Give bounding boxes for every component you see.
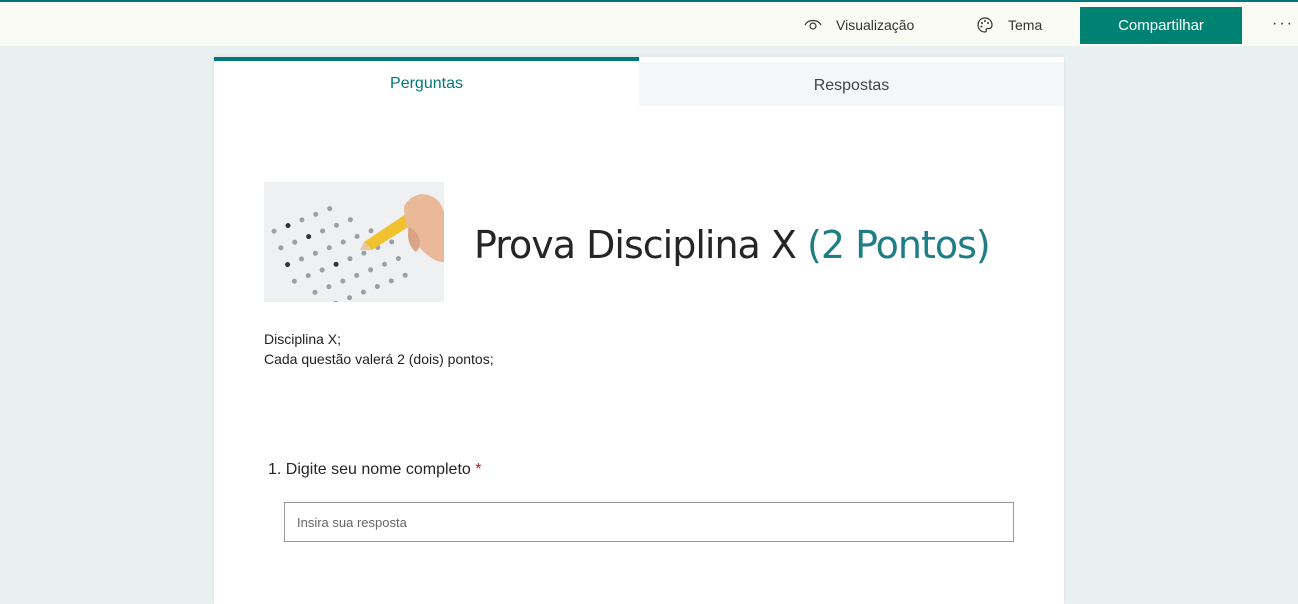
tab-responses[interactable]: Respostas — [639, 62, 1064, 106]
palette-icon — [976, 16, 994, 34]
description-line: Cada questão valerá 2 (dois) pontos; — [264, 351, 494, 367]
form-title-text: Prova Disciplina X — [474, 223, 797, 267]
eye-icon — [804, 16, 822, 34]
form-card: Perguntas Respostas Prova Disciplina X (… — [214, 57, 1064, 604]
preview-button[interactable]: Visualização — [804, 10, 914, 40]
theme-button[interactable]: Tema — [976, 10, 1042, 40]
preview-label: Visualização — [836, 17, 915, 33]
top-toolbar: Visualização Tema Compartilhar ··· — [0, 0, 1298, 46]
answer-input[interactable] — [284, 502, 1014, 542]
form-description: Disciplina X; Cada questão valerá 2 (doi… — [264, 329, 494, 369]
more-options-button[interactable]: ··· — [1270, 14, 1296, 38]
description-line: Disciplina X; — [264, 331, 342, 347]
question-text: Digite seu nome completo — [285, 461, 471, 478]
question-number: 1. — [268, 461, 282, 478]
share-button[interactable]: Compartilhar — [1080, 7, 1242, 44]
form-title[interactable]: Prova Disciplina X (2 Pontos) — [474, 223, 991, 267]
form-header-image — [264, 182, 444, 302]
tab-questions[interactable]: Perguntas — [214, 57, 639, 106]
form-points: (2 Pontos) — [807, 223, 991, 267]
theme-label: Tema — [1008, 17, 1043, 33]
required-marker: * — [475, 461, 482, 478]
question-1: 1. Digite seu nome completo * — [268, 461, 481, 479]
